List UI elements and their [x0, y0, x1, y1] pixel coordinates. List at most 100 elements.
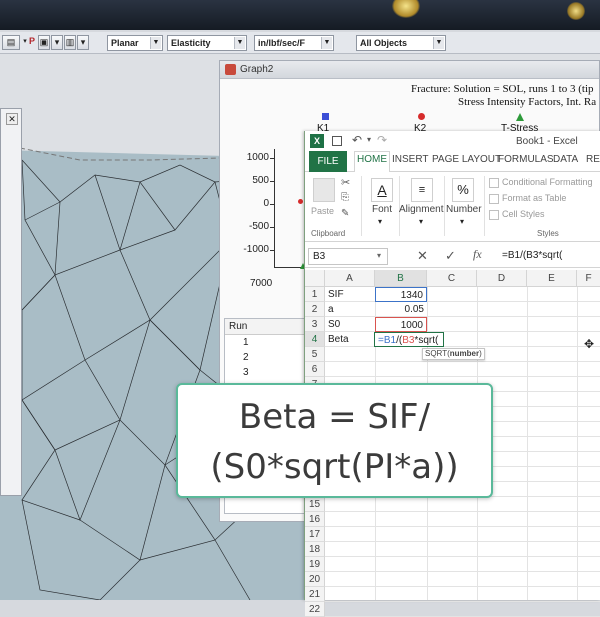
cell-b3[interactable]: 1000	[375, 317, 427, 332]
format-painter-icon[interactable]: ✎	[341, 208, 349, 219]
chevron-down-icon[interactable]: ▾	[419, 217, 423, 226]
column-header[interactable]: C	[427, 270, 477, 287]
function-tooltip: SQRT(number)	[422, 348, 485, 360]
select-all-corner[interactable]	[305, 270, 325, 287]
graph-window-title: Graph2	[240, 64, 274, 75]
column-header[interactable]: B	[375, 270, 427, 287]
row-header[interactable]: 5	[305, 347, 325, 362]
cell-a1[interactable]: SIF	[325, 287, 347, 302]
row-gridline	[325, 541, 600, 542]
row-header[interactable]: 19	[305, 557, 325, 572]
enter-icon[interactable]: ✓	[445, 248, 456, 264]
cancel-icon[interactable]: ✕	[417, 248, 428, 264]
filter-select[interactable]: All Objects ▼	[356, 35, 446, 51]
cell-styles-button[interactable]: Cell Styles	[502, 209, 545, 219]
tool-icon[interactable]: ▣	[38, 35, 50, 50]
side-dialog: ✕	[0, 108, 22, 496]
row-gridline	[325, 331, 600, 332]
run-row[interactable]: 3	[225, 365, 305, 380]
excel-logo-icon: X	[310, 134, 324, 148]
cell-a3[interactable]: S0	[325, 317, 343, 332]
undo-icon[interactable]: ↶	[352, 133, 362, 147]
row-header[interactable]: 1	[305, 287, 325, 302]
insert-function-icon[interactable]: fx	[473, 247, 482, 262]
column-header[interactable]: A	[325, 270, 375, 287]
column-header[interactable]: F	[577, 270, 600, 287]
row-header[interactable]: 18	[305, 542, 325, 557]
cell-b1[interactable]: 1340	[375, 287, 427, 302]
row-header[interactable]: 2	[305, 302, 325, 317]
redo-icon[interactable]: ↷	[377, 133, 387, 147]
paste-label[interactable]: Paste	[311, 206, 334, 216]
row-gridline	[325, 376, 600, 377]
format-as-table-button[interactable]: Format as Table	[502, 193, 566, 203]
plane-select[interactable]: Planar ▼	[107, 35, 163, 51]
name-box[interactable]: B3	[308, 248, 388, 265]
row-header[interactable]: 15	[305, 497, 325, 512]
units-select[interactable]: in/lbf/sec/F ▼	[254, 35, 334, 51]
cell-a2[interactable]: a	[325, 302, 337, 317]
chart-tool-icon[interactable]: ▥	[64, 35, 76, 50]
p-label[interactable]: P	[29, 36, 35, 46]
formula-bar: B3 ▾ ✕ ✓ fx =B1/(B3*sqrt(	[305, 246, 600, 268]
row-gridline	[325, 571, 600, 572]
number-format-icon[interactable]: %	[452, 178, 474, 202]
row-gridline	[325, 601, 600, 602]
cell-b2[interactable]: 0.05	[375, 302, 427, 317]
row-gridline	[325, 556, 600, 557]
chevron-down-icon: ▼	[433, 37, 444, 49]
tool-icon[interactable]: ▾	[77, 35, 89, 50]
tab-review[interactable]: REV	[586, 154, 600, 165]
styles-group-label: Styles	[537, 229, 559, 238]
cell-a4[interactable]: Beta	[325, 332, 352, 347]
chevron-down-icon[interactable]: ▾	[377, 251, 381, 260]
formula-input[interactable]: =B1/(B3*sqrt(	[502, 250, 562, 261]
alignment-icon[interactable]: ≡	[411, 178, 433, 202]
column-header[interactable]: E	[527, 270, 577, 287]
light-glow	[392, 0, 420, 18]
tab-formulas[interactable]: FORMULAS	[498, 154, 554, 165]
chevron-down-icon[interactable]: ▾	[378, 217, 382, 226]
row-header[interactable]: 4	[305, 332, 325, 347]
tab-insert[interactable]: INSERT	[392, 154, 429, 165]
tool-icon[interactable]: ▾	[51, 35, 63, 50]
run-row[interactable]: 1	[225, 335, 305, 350]
row-header[interactable]: 20	[305, 572, 325, 587]
filter-select-value: All Objects	[360, 38, 408, 48]
row-gridline	[325, 301, 600, 302]
row-gridline	[325, 361, 600, 362]
copy-icon[interactable]: ⎘	[341, 192, 349, 203]
formula-text: *sqrt(	[414, 335, 439, 346]
row-header[interactable]: 6	[305, 362, 325, 377]
chevron-down-icon[interactable]: ▾	[460, 217, 464, 226]
excel-titlebar[interactable]: X ↶ ▾ ↷ Book1 - Excel	[305, 131, 600, 151]
graph-titlebar[interactable]: Graph2	[220, 61, 599, 79]
row-header[interactable]: 3	[305, 317, 325, 332]
row-header[interactable]: 16	[305, 512, 325, 527]
row-header[interactable]: 17	[305, 527, 325, 542]
tab-data[interactable]: DATA	[553, 154, 578, 165]
dropdown-icon[interactable]: ▾	[21, 35, 29, 50]
save-icon[interactable]	[332, 136, 342, 146]
tab-page-layout[interactable]: PAGE LAYOUT	[432, 154, 501, 165]
run-row[interactable]: 2	[225, 350, 305, 365]
font-button[interactable]: Font	[372, 204, 392, 215]
font-icon[interactable]: A	[371, 178, 393, 202]
tab-home[interactable]: HOME	[357, 154, 387, 165]
tab-file[interactable]: FILE	[309, 151, 347, 172]
material-select[interactable]: Elasticity ▼	[167, 35, 247, 51]
row-header[interactable]: 22	[305, 602, 325, 617]
ribbon-tabs: FILE HOME INSERT PAGE LAYOUT FORMULAS DA…	[305, 151, 600, 173]
separator	[361, 176, 362, 236]
close-icon[interactable]: ✕	[6, 113, 18, 125]
paste-icon[interactable]	[313, 178, 335, 202]
chevron-down-icon[interactable]: ▾	[367, 135, 371, 144]
conditional-formatting-button[interactable]: Conditional Formatting	[502, 177, 593, 187]
number-button[interactable]: Number	[446, 204, 482, 215]
alignment-button[interactable]: Alignment	[399, 204, 443, 215]
cut-icon[interactable]: ✂	[341, 176, 350, 189]
cell-b4-editing[interactable]: =B1/(B3*sqrt(	[374, 332, 444, 347]
column-header[interactable]: D	[477, 270, 527, 287]
callout-line2: (S0*sqrt(PI*a))	[210, 447, 459, 487]
layers-icon[interactable]: ▤	[2, 35, 20, 50]
